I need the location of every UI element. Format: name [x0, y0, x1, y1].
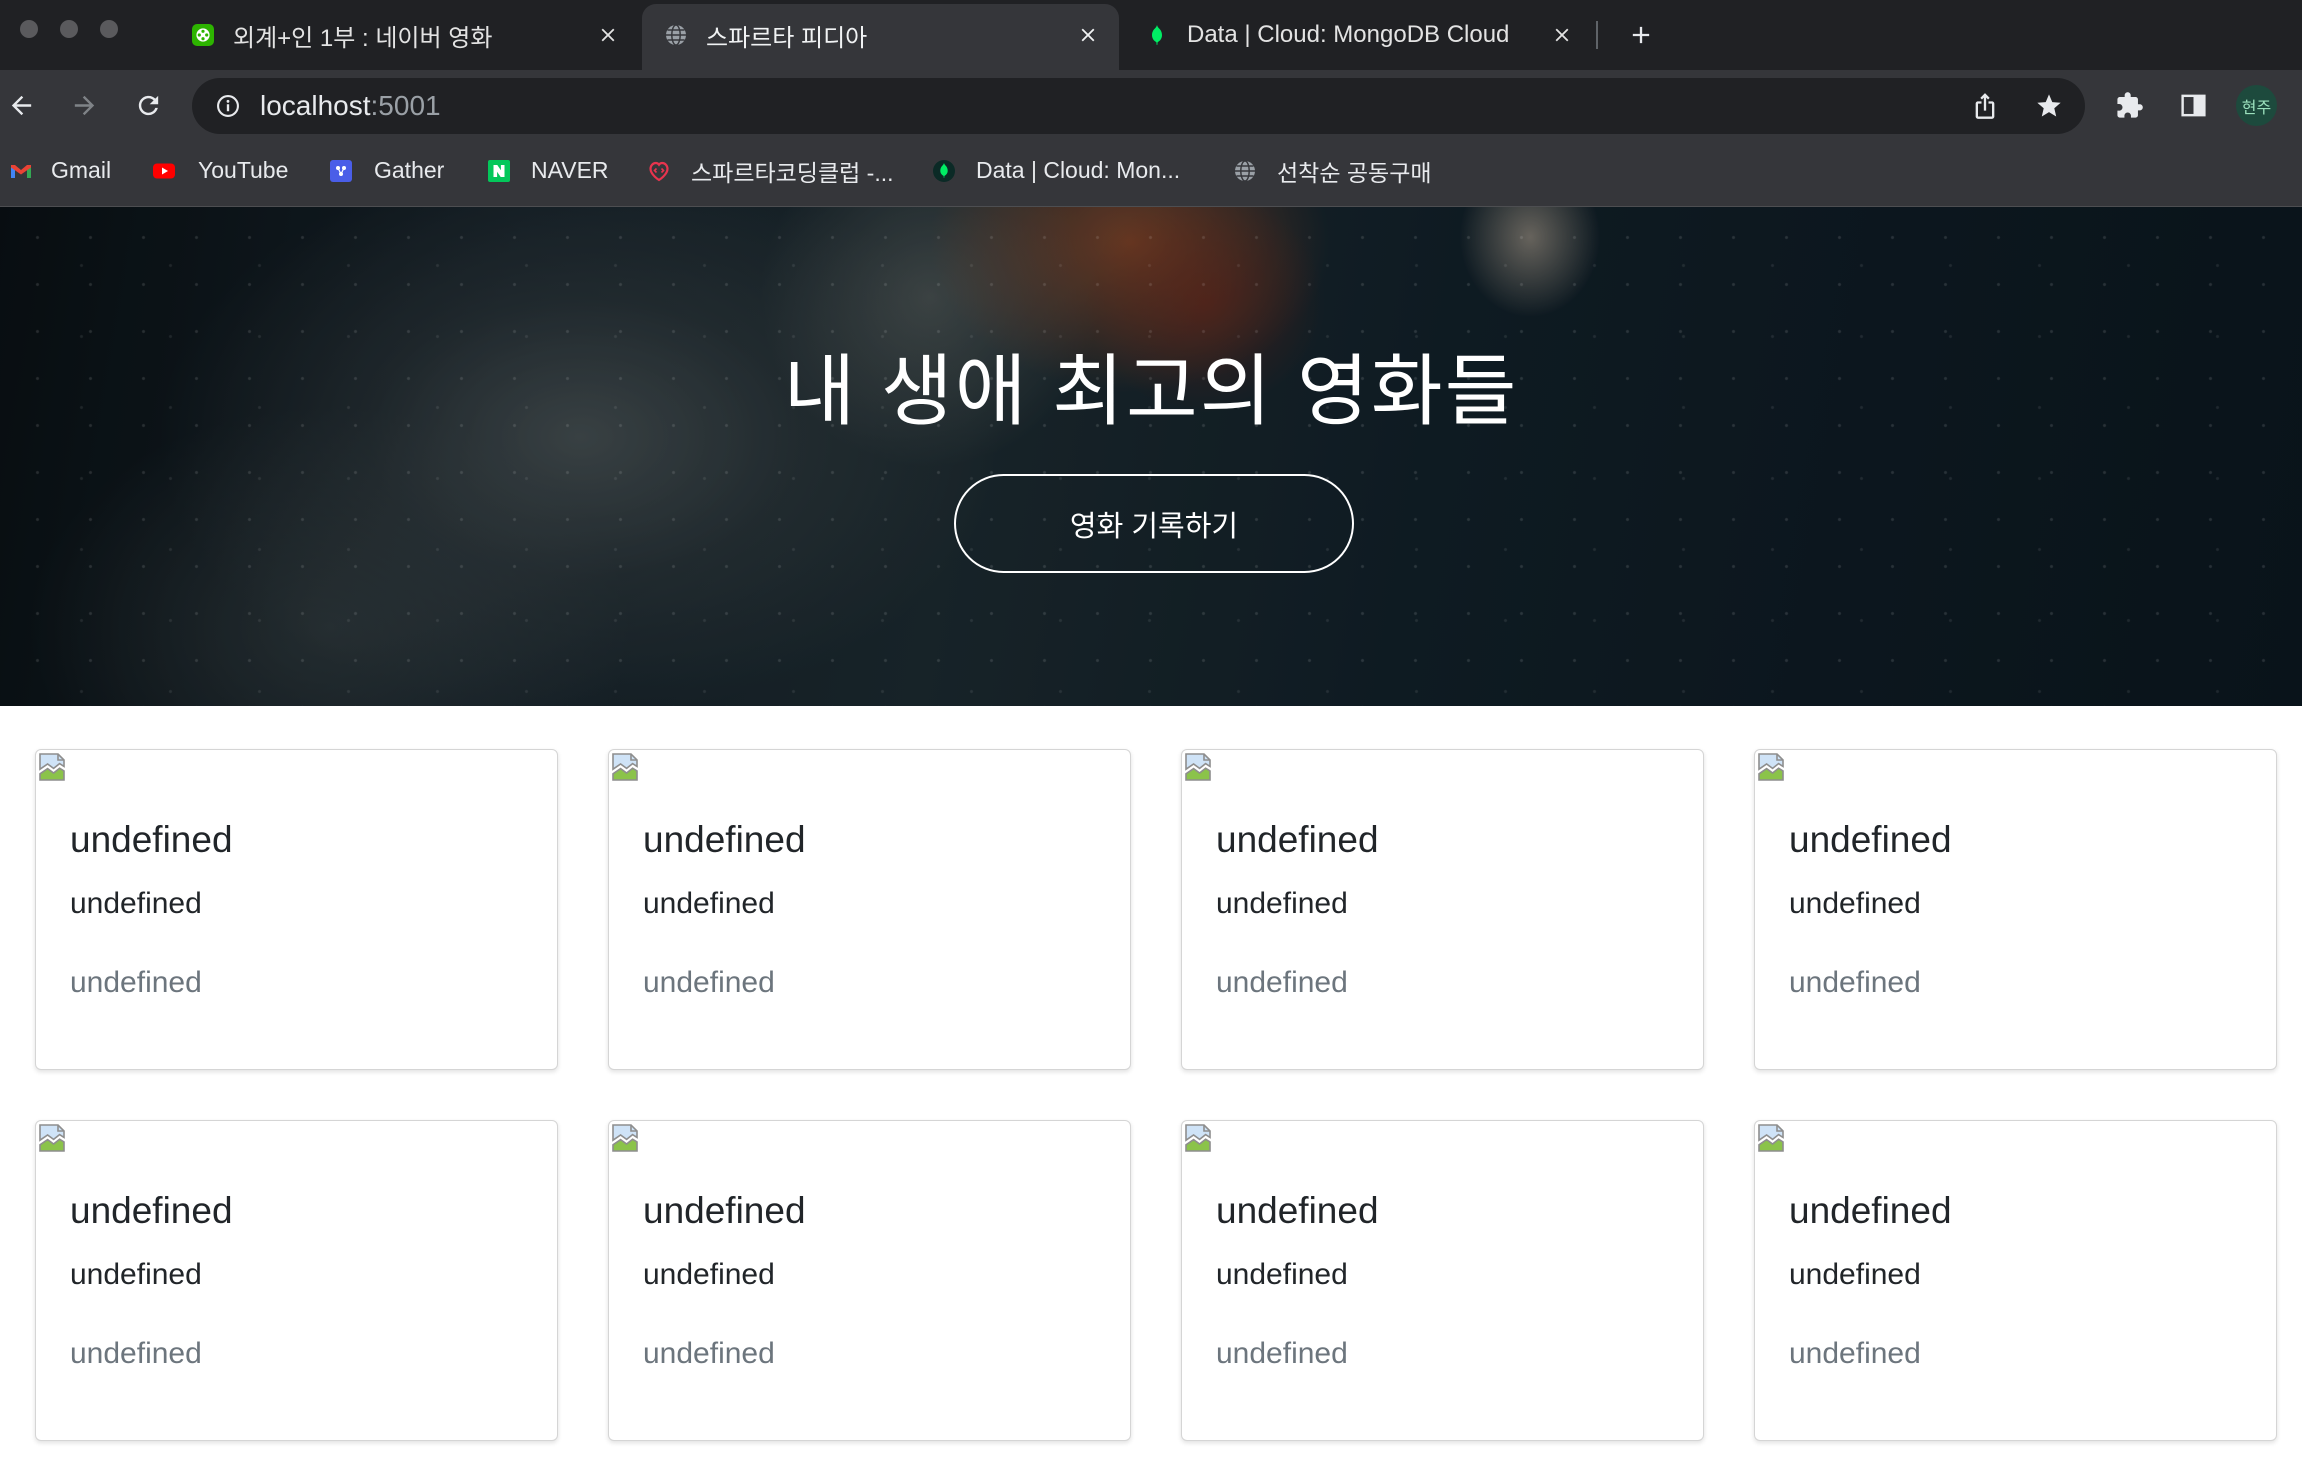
broken-image-icon — [612, 1124, 638, 1152]
bookmark-youtube[interactable]: YouTube — [152, 141, 288, 206]
address-bar[interactable]: localhost:5001 — [192, 78, 2085, 134]
window-minimize-button[interactable] — [60, 20, 78, 38]
tab-title: 스파르타 피디아 — [706, 24, 868, 52]
close-icon[interactable] — [1551, 24, 1573, 46]
movie-card: undefined undefined undefined — [1181, 1120, 1704, 1441]
movie-card: undefined undefined undefined — [608, 1120, 1131, 1441]
movie-comment: undefined — [1216, 887, 1348, 920]
tab-title: Data | Cloud: MongoDB Cloud — [1187, 21, 1510, 48]
movie-title: undefined — [70, 1190, 233, 1231]
bookmark-mongodb-cloud[interactable]: Data | Cloud: Mon... — [932, 141, 1180, 206]
bookmark-star-icon[interactable] — [2035, 92, 2063, 120]
movie-card: undefined undefined undefined — [1754, 1120, 2277, 1441]
extensions-puzzle-icon[interactable] — [2115, 91, 2144, 120]
browser-toolbar: localhost:5001 현주 — [0, 70, 2302, 141]
globe-icon — [666, 24, 686, 46]
window-close-button[interactable] — [20, 20, 38, 38]
movie-title: undefined — [1216, 1190, 1379, 1231]
broken-image-icon — [612, 753, 638, 781]
mongodb-leaf-icon — [1152, 25, 1162, 45]
movie-meta: undefined — [643, 966, 775, 999]
tab-mongodb-cloud[interactable]: Data | Cloud: MongoDB Cloud — [1123, 4, 1593, 70]
bookmark-label: Data | Cloud: Mon... — [976, 157, 1181, 183]
movie-card: undefined undefined undefined — [1181, 749, 1704, 1070]
record-movie-button[interactable]: 영화 기록하기 — [954, 474, 1354, 573]
movie-comment: undefined — [1789, 1258, 1921, 1291]
movie-title: undefined — [643, 1190, 806, 1231]
movie-meta: undefined — [70, 1337, 202, 1370]
share-icon[interactable] — [1971, 92, 1999, 120]
tab-strip: 외계+인 1부 : 네이버 영화 스파르타 피디아 Data | Cloud: … — [0, 0, 2302, 70]
broken-image-icon — [1758, 753, 1784, 781]
sparta-coding-club-icon — [649, 161, 669, 181]
broken-image-icon — [1185, 753, 1211, 781]
hero-background-image — [0, 207, 2302, 706]
movie-title: undefined — [1216, 819, 1379, 860]
side-panel-icon[interactable] — [2179, 91, 2208, 120]
bookmark-label: NAVER — [531, 157, 609, 183]
bookmark-group-buying[interactable]: 선착순 공동구매 — [1233, 141, 1432, 206]
window-zoom-button[interactable] — [100, 20, 118, 38]
bookmark-gmail[interactable]: Gmail — [9, 141, 111, 206]
movie-title: undefined — [1789, 819, 1952, 860]
close-icon[interactable] — [597, 24, 619, 46]
profile-avatar[interactable]: 현주 — [2236, 85, 2277, 126]
tab-sparta-pedia[interactable]: 스파르타 피디아 — [642, 4, 1119, 70]
movie-card: undefined undefined undefined — [1754, 749, 2277, 1070]
movie-title: undefined — [643, 819, 806, 860]
broken-image-icon — [1758, 1124, 1784, 1152]
movie-comment: undefined — [643, 1258, 775, 1291]
bookmark-sparta-coding-club[interactable]: 스파르타코딩클럽 -... — [647, 141, 894, 206]
hero-banner: 내 생애 최고의 영화들 영화 기록하기 — [0, 207, 2302, 706]
movie-card-grid: undefined undefined undefined undefined … — [35, 749, 2277, 1441]
naver-movie-icon — [192, 24, 214, 46]
bookmark-label: 선착순 공동구매 — [1277, 159, 1432, 186]
movie-title: undefined — [70, 819, 233, 860]
site-info-icon[interactable] — [214, 92, 242, 120]
movie-meta: undefined — [70, 966, 202, 999]
movie-title: undefined — [1789, 1190, 1952, 1231]
bookmark-label: Gmail — [51, 157, 112, 183]
gmail-icon — [11, 164, 31, 178]
broken-image-icon — [1185, 1124, 1211, 1152]
globe-icon — [1235, 159, 1255, 182]
movie-comment: undefined — [70, 1258, 202, 1291]
url-port: :5001 — [370, 90, 441, 121]
bookmarks-bar: Gmail YouTube Gather NAVER 스파르타코딩클럽 -... — [0, 141, 2302, 207]
movie-comment: undefined — [643, 887, 775, 920]
bookmark-gather[interactable]: Gather — [329, 141, 444, 206]
gather-icon — [330, 159, 352, 182]
reload-icon[interactable] — [134, 91, 163, 120]
movie-meta: undefined — [1789, 966, 1921, 999]
naver-icon — [488, 159, 510, 182]
movie-meta: undefined — [1216, 966, 1348, 999]
bookmark-label: 스파르타코딩클럽 -... — [691, 159, 894, 186]
movie-card: undefined undefined undefined — [35, 1120, 558, 1441]
movie-meta: undefined — [1216, 1337, 1348, 1370]
tab-title: 외계+인 1부 : 네이버 영화 — [233, 24, 493, 52]
tab-naver-movie[interactable]: 외계+인 1부 : 네이버 영화 — [169, 4, 639, 70]
broken-image-icon — [39, 1124, 65, 1152]
tab-separator — [1596, 21, 1598, 49]
url-host: localhost — [260, 90, 371, 121]
youtube-icon — [153, 163, 175, 178]
address-bar-url[interactable]: localhost:5001 — [260, 78, 441, 134]
movie-meta: undefined — [1789, 1337, 1921, 1370]
movie-comment: undefined — [1789, 887, 1921, 920]
close-icon[interactable] — [1077, 24, 1099, 46]
broken-image-icon — [39, 753, 65, 781]
forward-arrow-icon[interactable] — [70, 91, 99, 120]
bookmark-naver[interactable]: NAVER — [487, 141, 609, 206]
movie-meta: undefined — [643, 1337, 775, 1370]
movie-comment: undefined — [1216, 1258, 1348, 1291]
movie-card: undefined undefined undefined — [608, 749, 1131, 1070]
bookmark-label: Gather — [374, 157, 445, 183]
movie-comment: undefined — [70, 887, 202, 920]
mongodb-leaf-icon — [933, 159, 955, 182]
bookmark-label: YouTube — [198, 157, 289, 183]
new-tab-plus-icon[interactable] — [1627, 21, 1655, 49]
movie-card: undefined undefined undefined — [35, 749, 558, 1070]
hero-title: 내 생애 최고의 영화들 — [783, 347, 1519, 435]
back-arrow-icon[interactable] — [7, 91, 36, 120]
